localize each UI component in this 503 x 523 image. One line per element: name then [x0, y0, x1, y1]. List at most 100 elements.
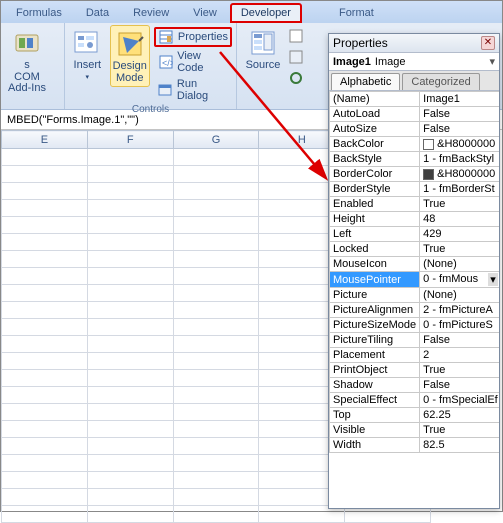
property-row[interactable]: PictureAlignmen2 - fmPictureA: [330, 303, 500, 318]
property-row[interactable]: LockedTrue: [330, 242, 500, 257]
cell[interactable]: [2, 353, 88, 370]
cell[interactable]: [2, 489, 88, 506]
tab-formulas[interactable]: Formulas: [5, 3, 73, 23]
cell[interactable]: [173, 455, 259, 472]
property-row[interactable]: BackColor&H8000000: [330, 137, 500, 152]
dropdown-icon[interactable]: ▾: [489, 55, 495, 68]
property-row[interactable]: ShadowFalse: [330, 378, 500, 393]
cell[interactable]: [2, 387, 88, 404]
cell[interactable]: [87, 387, 173, 404]
cell[interactable]: [173, 149, 259, 166]
cell[interactable]: [87, 217, 173, 234]
cell[interactable]: [2, 234, 88, 251]
cell[interactable]: [173, 268, 259, 285]
close-icon[interactable]: ✕: [481, 36, 495, 50]
map-properties-icon[interactable]: [289, 29, 303, 46]
property-row[interactable]: SpecialEffect0 - fmSpecialEf: [330, 393, 500, 408]
cell[interactable]: [2, 217, 88, 234]
property-value[interactable]: True: [420, 197, 499, 212]
property-value[interactable]: False: [420, 107, 499, 122]
cell[interactable]: [173, 285, 259, 302]
property-value[interactable]: False: [420, 378, 499, 393]
column-header[interactable]: F: [87, 131, 173, 149]
expansion-icon[interactable]: [289, 50, 303, 67]
properties-titlebar[interactable]: Properties ✕: [329, 34, 499, 53]
tab-review[interactable]: Review: [122, 3, 180, 23]
property-value[interactable]: 1 - fmBorderSt: [420, 182, 499, 197]
cell[interactable]: [173, 472, 259, 489]
cell[interactable]: [173, 404, 259, 421]
property-row[interactable]: PrintObjectTrue: [330, 363, 500, 378]
column-header[interactable]: G: [173, 131, 259, 149]
property-value[interactable]: 429: [420, 227, 499, 242]
cell[interactable]: [87, 455, 173, 472]
cell[interactable]: [173, 489, 259, 506]
cell[interactable]: [87, 149, 173, 166]
tab-alphabetic[interactable]: Alphabetic: [331, 73, 400, 90]
cell[interactable]: [173, 166, 259, 183]
dropdown-icon[interactable]: ▾: [488, 273, 498, 286]
cell[interactable]: [87, 472, 173, 489]
cell[interactable]: [2, 506, 88, 523]
cell[interactable]: [2, 251, 88, 268]
properties-button[interactable]: Properties: [154, 27, 232, 47]
cell[interactable]: [87, 336, 173, 353]
cell[interactable]: [2, 166, 88, 183]
property-value[interactable]: 0 - fmSpecialEf: [420, 393, 499, 408]
cell[interactable]: [2, 455, 88, 472]
property-value[interactable]: 82.5: [420, 438, 499, 453]
cell[interactable]: [2, 285, 88, 302]
refresh-icon[interactable]: [289, 71, 303, 88]
cell[interactable]: [2, 370, 88, 387]
cell[interactable]: [173, 302, 259, 319]
cell[interactable]: [2, 404, 88, 421]
cell[interactable]: [2, 319, 88, 336]
tab-view[interactable]: View: [182, 3, 228, 23]
cell[interactable]: [87, 268, 173, 285]
insert-button[interactable]: Insert ▾: [69, 25, 106, 85]
property-value[interactable]: 48: [420, 212, 499, 227]
column-header[interactable]: E: [2, 131, 88, 149]
cell[interactable]: [173, 251, 259, 268]
cell[interactable]: [173, 438, 259, 455]
property-value[interactable]: 0 - fmPictureS: [420, 318, 499, 333]
property-value[interactable]: True: [420, 242, 499, 257]
property-value[interactable]: (None): [420, 288, 499, 303]
cell[interactable]: [87, 251, 173, 268]
cell[interactable]: [87, 370, 173, 387]
cell[interactable]: [173, 217, 259, 234]
property-row[interactable]: Width82.5: [330, 438, 500, 453]
property-value[interactable]: 2: [420, 348, 499, 363]
property-value[interactable]: False: [420, 122, 499, 137]
tab-data[interactable]: Data: [75, 3, 120, 23]
cell[interactable]: [87, 302, 173, 319]
view-code-button[interactable]: </> View Code: [154, 49, 232, 75]
cell[interactable]: [173, 234, 259, 251]
property-row[interactable]: Height48: [330, 212, 500, 227]
cell[interactable]: [2, 421, 88, 438]
property-value[interactable]: True: [420, 363, 499, 378]
tab-categorized[interactable]: Categorized: [402, 73, 479, 90]
cell[interactable]: [2, 302, 88, 319]
cell[interactable]: [2, 472, 88, 489]
property-row[interactable]: PictureTilingFalse: [330, 333, 500, 348]
properties-object-selector[interactable]: Image1 Image ▾: [329, 53, 499, 71]
cell[interactable]: [87, 353, 173, 370]
cell[interactable]: [87, 183, 173, 200]
property-row[interactable]: MousePointer0 - fmMous ▾: [330, 272, 500, 288]
property-value[interactable]: True: [420, 423, 499, 438]
property-value[interactable]: &H8000000: [420, 137, 499, 152]
property-value[interactable]: 2 - fmPictureA: [420, 303, 499, 318]
cell[interactable]: [173, 387, 259, 404]
property-row[interactable]: BackStyle1 - fmBackStyl: [330, 152, 500, 167]
design-mode-button[interactable]: Design Mode: [110, 25, 150, 87]
addins-button[interactable]: s COM Add-Ins: [5, 25, 49, 96]
property-row[interactable]: AutoLoadFalse: [330, 107, 500, 122]
property-value[interactable]: &H8000000: [420, 167, 499, 182]
cell[interactable]: [173, 370, 259, 387]
property-row[interactable]: Left429: [330, 227, 500, 242]
cell[interactable]: [87, 421, 173, 438]
tab-developer[interactable]: Developer: [230, 3, 302, 23]
cell[interactable]: [87, 319, 173, 336]
cell[interactable]: [87, 200, 173, 217]
